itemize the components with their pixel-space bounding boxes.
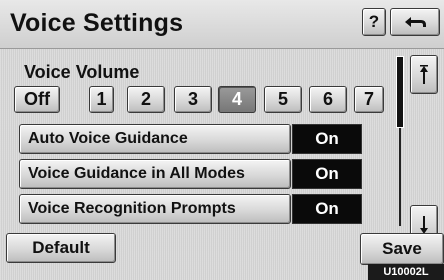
auto-voice-guidance-status: On	[292, 124, 362, 154]
volume-4-button[interactable]: 4	[218, 86, 256, 113]
scrollbar-thumb[interactable]	[396, 56, 404, 128]
volume-1-button[interactable]: 1	[89, 86, 114, 113]
figure-code-label: U10002L	[368, 264, 444, 280]
scrollbar[interactable]	[396, 56, 404, 226]
voice-volume-label: Voice Volume	[24, 62, 140, 82]
back-button[interactable]	[390, 8, 440, 36]
volume-6-button[interactable]: 6	[309, 86, 347, 113]
save-button[interactable]: Save	[360, 233, 444, 265]
setting-row-voice-recognition-prompts: Voice Recognition Prompts On	[19, 194, 362, 224]
voice-guidance-all-modes-button[interactable]: Voice Guidance in All Modes	[19, 159, 291, 189]
voice-recognition-prompts-button[interactable]: Voice Recognition Prompts	[19, 194, 291, 224]
volume-off-button[interactable]: Off	[14, 86, 60, 113]
scroll-up-icon	[420, 64, 428, 84]
default-button[interactable]: Default	[6, 233, 116, 263]
scroll-up-button[interactable]	[410, 55, 438, 94]
voice-recognition-prompts-status: On	[292, 194, 362, 224]
back-arrow-icon	[405, 17, 426, 27]
volume-3-button[interactable]: 3	[174, 86, 212, 113]
volume-5-button[interactable]: 5	[264, 86, 302, 113]
volume-7-button[interactable]: 7	[354, 86, 384, 113]
header-bar: Voice Settings ?	[0, 0, 444, 49]
help-button[interactable]: ?	[362, 8, 386, 36]
voice-guidance-all-modes-status: On	[292, 159, 362, 189]
auto-voice-guidance-button[interactable]: Auto Voice Guidance	[19, 124, 291, 154]
setting-row-voice-guidance-all-modes: Voice Guidance in All Modes On	[19, 159, 362, 189]
page-title: Voice Settings	[10, 9, 184, 37]
voice-settings-screen: Voice Settings ? Voice Volume Off 1 2 3 …	[0, 0, 444, 280]
volume-2-button[interactable]: 2	[127, 86, 165, 113]
setting-row-auto-voice-guidance: Auto Voice Guidance On	[19, 124, 362, 154]
scroll-down-icon	[420, 215, 428, 235]
